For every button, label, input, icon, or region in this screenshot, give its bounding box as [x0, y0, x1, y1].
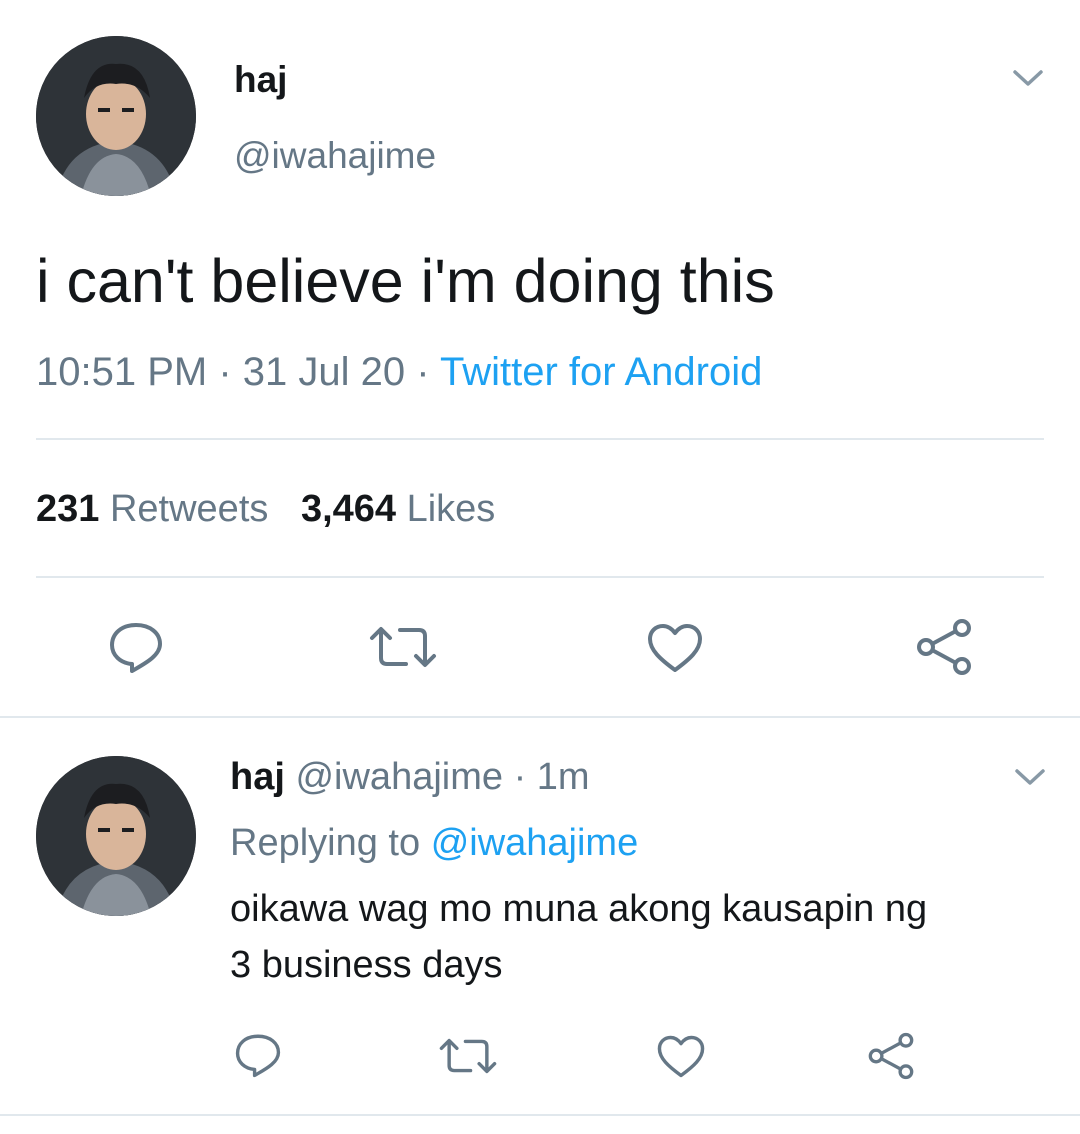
tweet-stats: 231 Retweets 3,464 Likes [36, 486, 495, 532]
tweet-time: 10:51 PM [36, 350, 208, 394]
user-handle[interactable]: @iwahajime [234, 134, 436, 178]
replying-label: Replying to [230, 822, 421, 864]
display-name[interactable]: haj [230, 756, 285, 798]
replying-to-handle-link[interactable]: @iwahajime [431, 822, 639, 864]
retweet-stat[interactable]: 231 Retweets [36, 488, 279, 530]
avatar[interactable] [36, 36, 196, 196]
tweet-source-link[interactable]: Twitter for Android [440, 350, 762, 394]
divider [0, 716, 1080, 718]
meta-separator: · [416, 350, 430, 394]
divider [0, 1114, 1080, 1116]
share-icon[interactable] [914, 618, 974, 676]
meta-separator: · [218, 350, 232, 394]
share-icon[interactable] [866, 1032, 916, 1080]
chevron-down-icon[interactable] [1010, 66, 1046, 90]
divider [36, 438, 1044, 440]
reply-icon[interactable] [108, 620, 164, 674]
reply-icon[interactable] [234, 1032, 282, 1078]
like-icon[interactable] [646, 622, 704, 674]
tweet-meta: 10:51 PM · 31 Jul 20 · Twitter for Andro… [36, 348, 762, 396]
reply-text-line: oikawa wag mo muna akong kausapin ng [230, 888, 928, 930]
reply-header: haj @iwahajime · 1m [230, 754, 590, 800]
like-stat[interactable]: 3,464 Likes [301, 488, 495, 530]
meta-separator: · [513, 756, 527, 798]
reply-text-line: 3 business days [230, 944, 503, 986]
chevron-down-icon[interactable] [1012, 766, 1048, 788]
like-icon[interactable] [656, 1034, 706, 1079]
retweet-count: 231 [36, 488, 100, 530]
replying-to: Replying to @iwahajime [230, 820, 638, 866]
retweet-icon[interactable] [438, 1036, 498, 1076]
avatar[interactable] [36, 756, 196, 916]
tweet-age: 1m [536, 756, 590, 798]
retweet-label: Retweets [109, 488, 269, 530]
like-label: Likes [406, 488, 496, 530]
tweet-text: i can't believe i'm doing this [36, 247, 775, 315]
divider [36, 576, 1044, 578]
tweet-date: 31 Jul 20 [242, 350, 406, 394]
like-count: 3,464 [300, 488, 397, 530]
display-name[interactable]: haj [234, 58, 287, 102]
retweet-icon[interactable] [368, 624, 438, 670]
user-handle[interactable]: @iwahajime [295, 756, 503, 798]
